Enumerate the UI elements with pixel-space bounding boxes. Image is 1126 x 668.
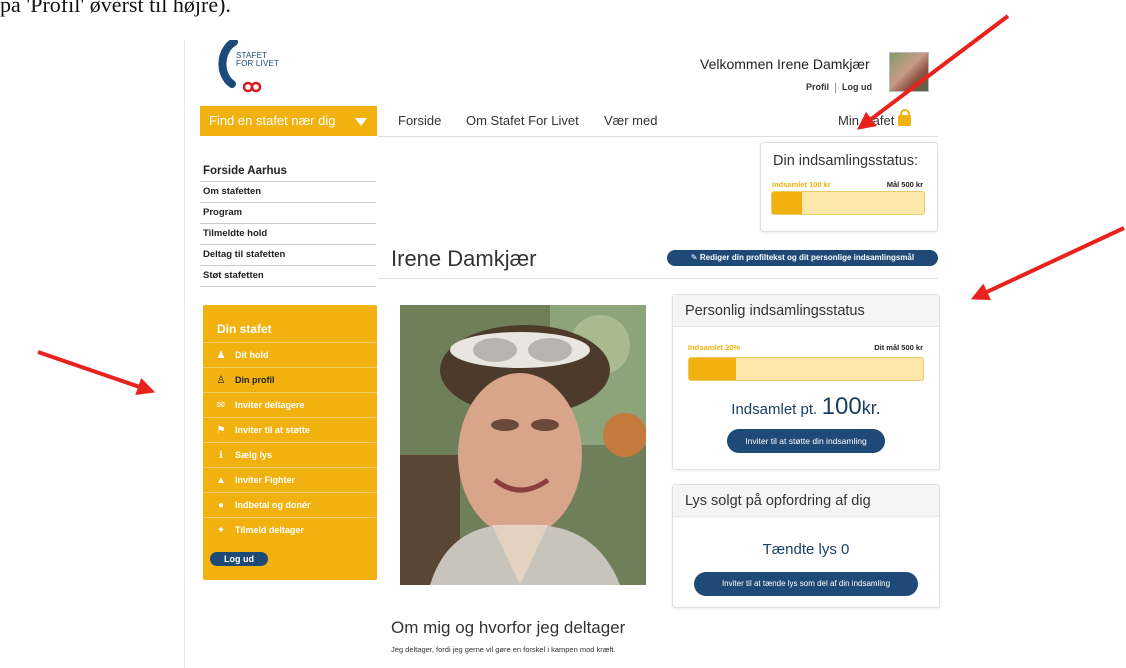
menu-item-dit-hold[interactable]: ♟ Dit hold [203, 342, 377, 367]
page-border [184, 40, 185, 668]
sidebar-item-deltag[interactable]: Deltag til stafetten [200, 245, 376, 266]
link-separator [835, 82, 837, 93]
personal-status-panel: Personlig indsamlingsstatus Indsamlet 20… [672, 294, 940, 470]
personal-amount: Indsamlet pt. 100kr. [731, 393, 881, 420]
document-caption: på 'Profil' øverst til højre). [0, 0, 231, 17]
din-stafet-title: Din stafet [217, 322, 272, 336]
lys-panel: Lys solgt på opfordring af dig Tændte ly… [672, 484, 940, 608]
stafet-for-livet-logo[interactable] [214, 40, 274, 96]
flag-icon: ⚑ [216, 425, 226, 436]
menu-item-inviter-fighter[interactable]: ▲ Inviter Fighter [203, 467, 377, 492]
status-title: Din indsamlingsstatus: [773, 153, 919, 169]
tshirt-icon: ▲ [216, 475, 226, 486]
caret-down-icon [355, 118, 367, 126]
nav-divider [378, 136, 938, 137]
personal-progress-bar [688, 357, 924, 381]
sidebar-item-forside-aarhus[interactable]: Forside Aarhus [200, 162, 376, 182]
menu-item-saelg-lys[interactable]: ℹ Sælg lys [203, 442, 377, 467]
sidebar-item-tilmeldte-hold[interactable]: Tilmeldte hold [200, 224, 376, 245]
lys-lit-count: Tændte lys 0 [762, 541, 850, 558]
sidebar-item-program[interactable]: Program [200, 203, 376, 224]
edit-profile-button[interactable]: ✎ Rediger din profiltekst og dit personl… [667, 250, 938, 266]
find-stafet-label: Find en stafet nær dig [209, 113, 336, 128]
candle-icon: ℹ [219, 450, 223, 461]
sidebar-item-om-stafetten[interactable]: Om stafetten [200, 182, 376, 203]
personal-status-title: Personlig indsamlingsstatus [673, 295, 939, 327]
lys-title: Lys solgt på opfordring af dig [673, 485, 939, 517]
menu-item-indbetal[interactable]: ● Indbetal og donér [203, 492, 377, 517]
personal-collected-pct: Indsamlet 20% [688, 343, 741, 352]
invite-lys-button[interactable]: Inviter til at tænde lys som del af din … [694, 572, 918, 596]
profile-name: Irene Damkjær [391, 246, 537, 271]
about-text: Jeg deltager, fordi jeg gerne vil gøre e… [391, 645, 616, 654]
din-stafet-menu: Din stafet ♟ Dit hold ♙ Din profil ✉ Invite… [203, 305, 377, 580]
logout-link[interactable]: Log ud [842, 82, 872, 92]
nav-vaer-med[interactable]: Vær med [604, 106, 657, 136]
person-icon: ♙ [216, 375, 226, 386]
status-collected: Indsamlet 100 kr [772, 180, 831, 189]
nav-om-stafet[interactable]: Om Stafet For Livet [466, 106, 579, 136]
sidebar-nav: Forside Aarhus Om stafetten Program Tilm… [200, 162, 376, 287]
find-stafet-button[interactable]: Find en stafet nær dig [200, 106, 377, 136]
sidebar-item-stot[interactable]: Støt stafetten [200, 266, 376, 287]
menu-item-din-profil[interactable]: ♙ Din profil [203, 367, 377, 392]
logout-button[interactable]: Log ud [210, 552, 268, 566]
min-stafet-link[interactable]: Min stafet [838, 106, 912, 136]
avatar[interactable] [889, 52, 929, 92]
menu-item-inviter-deltagere[interactable]: ✉ Inviter deltagere [203, 392, 377, 417]
annotation-arrow-top [859, 14, 1010, 129]
personal-progress-fill [689, 358, 736, 380]
page: { "caption": "på 'Profil' øverst til høj… [0, 0, 1126, 668]
annotation-arrow-left [37, 350, 153, 393]
fundraising-status-box: Din indsamlingsstatus: Indsamlet 100 kr … [760, 142, 938, 232]
menu-item-tilmeld-deltager[interactable]: ✦ Tilmeld deltager [203, 517, 377, 542]
lock-icon [898, 109, 912, 126]
piggybank-icon: ● [217, 500, 225, 511]
menu-item-inviter-stotte[interactable]: ⚑ Inviter til at støtte [203, 417, 377, 442]
name-divider [378, 278, 938, 279]
about-heading: Om mig og hvorfor jeg deltager [391, 618, 626, 637]
welcome-text: Velkommen Irene Damkjær [700, 56, 870, 72]
status-goal: Mål 500 kr [886, 180, 923, 189]
profil-link[interactable]: Profil [806, 82, 829, 92]
top-links: Profil Log ud [806, 82, 872, 93]
runner-icon: ✦ [216, 525, 226, 536]
status-progress-fill [772, 192, 803, 214]
logo-text: STAFET FOR LIVET [236, 51, 280, 68]
annotation-arrow-right [973, 226, 1125, 300]
personal-goal: Dit mål 500 kr [874, 343, 923, 352]
group-icon: ♟ [216, 350, 226, 361]
status-progress-bar [771, 191, 925, 215]
envelope-icon: ✉ [216, 400, 226, 411]
invite-support-button[interactable]: Inviter til at støtte din indsamling [727, 429, 885, 453]
profile-photo [400, 305, 646, 585]
nav-forside[interactable]: Forside [398, 106, 441, 136]
